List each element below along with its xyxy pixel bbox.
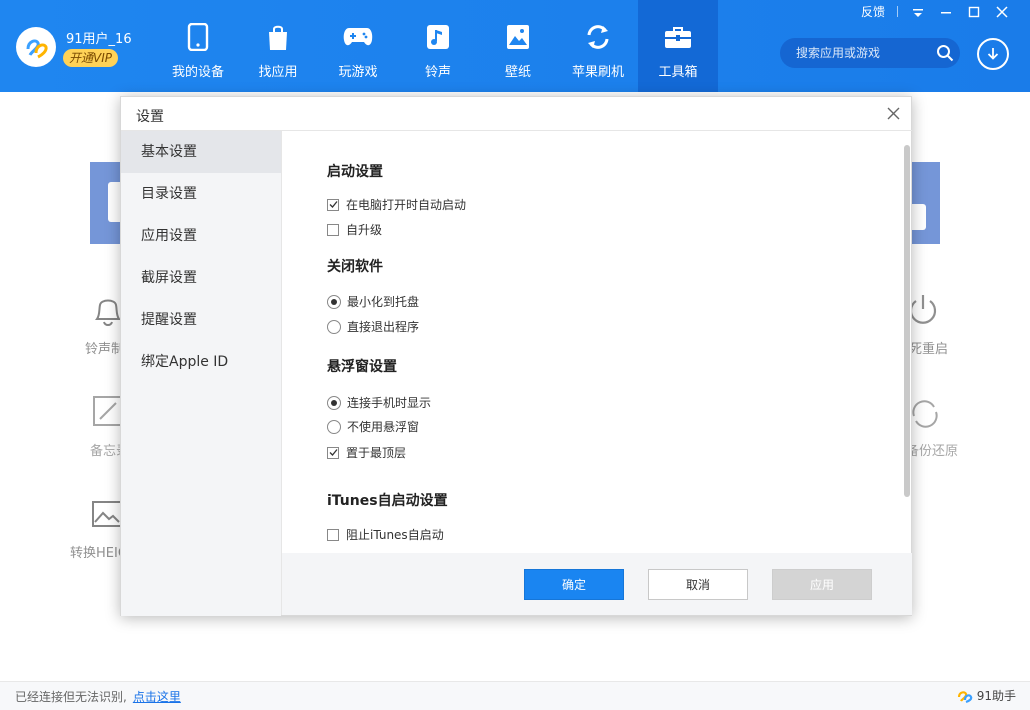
section-title-startup: 启动设置 (327, 164, 383, 180)
minimize-button[interactable] (938, 4, 954, 20)
section-title-close: 关闭软件 (327, 259, 383, 275)
phone-icon (187, 23, 209, 51)
checkbox-unchecked[interactable] (327, 528, 339, 541)
radio-unselected[interactable] (327, 419, 341, 434)
gamepad-icon (343, 28, 373, 46)
app-logo-icon (26, 39, 48, 59)
apply-button[interactable]: 应用 (772, 569, 872, 600)
click-here-link[interactable]: 点击这里 (133, 690, 181, 704)
top-header: 91用户_16 开通VIP 我的设备 找应用 玩游戏 铃声 壁纸 苹果刷机 工具… (0, 0, 1030, 92)
nav-label: 壁纸 (504, 65, 531, 80)
option-label: 自升级 (346, 223, 383, 237)
search-icon (937, 45, 954, 62)
nav-label: 找应用 (258, 65, 298, 80)
window-controls: 反馈 (861, 3, 1010, 20)
checkbox-block-itunes[interactable]: 阻止iTunes自启动 (327, 526, 444, 543)
vip-badge[interactable]: 开通VIP (63, 49, 118, 67)
option-label: 阻止iTunes自启动 (346, 528, 444, 542)
nav-label: 我的设备 (171, 65, 224, 80)
feedback-link[interactable]: 反馈 (861, 3, 885, 20)
dropdown-menu-icon (913, 8, 923, 17)
option-label: 在电脑打开时自动启动 (346, 198, 467, 212)
nav-label: 玩游戏 (338, 65, 378, 80)
radio-unselected[interactable] (327, 319, 341, 334)
minimize-icon (941, 11, 951, 13)
ok-button[interactable]: 确定 (524, 569, 624, 600)
checkmark-icon (329, 201, 338, 208)
checkbox-auto-start[interactable]: 在电脑打开时自动启动 (327, 196, 466, 213)
sidebar-item-apps[interactable]: 应用设置 (121, 215, 281, 257)
brand-logo-icon (957, 690, 972, 703)
checkmark-icon (329, 449, 338, 456)
menu-button[interactable] (910, 4, 926, 20)
nav-toolbox[interactable]: 工具箱 (638, 0, 718, 92)
scrollbar[interactable] (904, 145, 910, 497)
username[interactable]: 91用户_16 (66, 28, 132, 47)
divider (897, 6, 898, 17)
image-icon (507, 25, 529, 49)
radio-minimize-to-tray[interactable]: 最小化到托盘 (327, 293, 419, 310)
checkbox-always-on-top[interactable]: 置于最顶层 (327, 444, 406, 461)
checkbox-self-upgrade[interactable]: 自升级 (327, 221, 382, 238)
option-label: 连接手机时显示 (347, 396, 432, 410)
nav-flash[interactable]: 苹果刷机 (558, 0, 638, 92)
nav-label: 工具箱 (658, 65, 698, 80)
checkbox-unchecked[interactable] (327, 223, 339, 236)
status-text: 已经连接但无法识别, (15, 690, 127, 704)
cancel-button[interactable]: 取消 (648, 569, 748, 600)
option-label: 不使用悬浮窗 (347, 420, 420, 434)
checkbox-checked[interactable] (327, 446, 339, 459)
brand: 91助手 (957, 687, 1016, 704)
main-nav: 我的设备 找应用 玩游戏 铃声 壁纸 苹果刷机 工具箱 (158, 0, 718, 92)
option-label: 最小化到托盘 (347, 295, 420, 309)
sidebar-item-apple-id[interactable]: 绑定Apple ID (121, 341, 281, 383)
sidebar-item-screenshot[interactable]: 截屏设置 (121, 257, 281, 299)
settings-content: 启动设置 在电脑打开时自动启动 自升级 关闭软件 最小化到托盘 直接退出程序 悬… (281, 130, 912, 554)
nav-label: 铃声 (424, 65, 451, 80)
nav-label: 苹果刷机 (571, 65, 624, 80)
nav-wallpapers[interactable]: 壁纸 (478, 0, 558, 92)
search-box (780, 38, 960, 68)
shopping-bag-icon (269, 25, 287, 50)
radio-exit-program[interactable]: 直接退出程序 (327, 318, 419, 335)
sidebar-item-reminder[interactable]: 提醒设置 (121, 299, 281, 341)
close-icon (996, 5, 1008, 18)
nav-my-device[interactable]: 我的设备 (158, 0, 238, 92)
radio-selected[interactable] (327, 294, 341, 309)
maximize-button[interactable] (966, 4, 982, 20)
nav-find-apps[interactable]: 找应用 (238, 0, 318, 92)
status-message: 已经连接但无法识别, 点击这里 (15, 688, 181, 705)
download-manager-button[interactable] (977, 38, 1009, 70)
dialog-title: 设置 (136, 109, 164, 125)
maximize-icon (968, 6, 980, 17)
nav-games[interactable]: 玩游戏 (318, 0, 398, 92)
checkbox-checked[interactable] (327, 198, 339, 211)
section-title-float: 悬浮窗设置 (327, 359, 397, 375)
music-note-icon (427, 25, 449, 49)
sidebar-item-basic[interactable]: 基本设置 (121, 131, 281, 173)
radio-selected[interactable] (327, 395, 341, 410)
section-title-itunes: iTunes自启动设置 (327, 493, 448, 509)
search-input[interactable] (794, 45, 930, 61)
close-icon (887, 107, 899, 119)
option-label: 直接退出程序 (347, 320, 420, 334)
sidebar-item-directory[interactable]: 目录设置 (121, 173, 281, 215)
radio-show-on-connect[interactable]: 连接手机时显示 (327, 394, 431, 411)
settings-sidebar: 基本设置 目录设置 应用设置 截屏设置 提醒设置 绑定Apple ID (121, 130, 281, 616)
dialog-close-button[interactable] (883, 103, 903, 123)
settings-dialog: 设置 基本设置 目录设置 应用设置 截屏设置 提醒设置 绑定Apple ID 启… (120, 96, 912, 616)
nav-ringtones[interactable]: 铃声 (398, 0, 478, 92)
toolbox-icon (665, 27, 691, 48)
dialog-footer: 确定 取消 应用 (281, 553, 912, 615)
option-label: 置于最顶层 (346, 446, 407, 460)
search-button[interactable] (930, 44, 960, 62)
user-avatar[interactable] (16, 27, 56, 67)
radio-no-float[interactable]: 不使用悬浮窗 (327, 418, 419, 435)
download-icon (987, 48, 999, 60)
brand-name: 91助手 (976, 689, 1016, 703)
close-window-button[interactable] (994, 4, 1010, 20)
refresh-icon (587, 25, 609, 49)
status-bar: 已经连接但无法识别, 点击这里 91助手 (0, 681, 1030, 710)
